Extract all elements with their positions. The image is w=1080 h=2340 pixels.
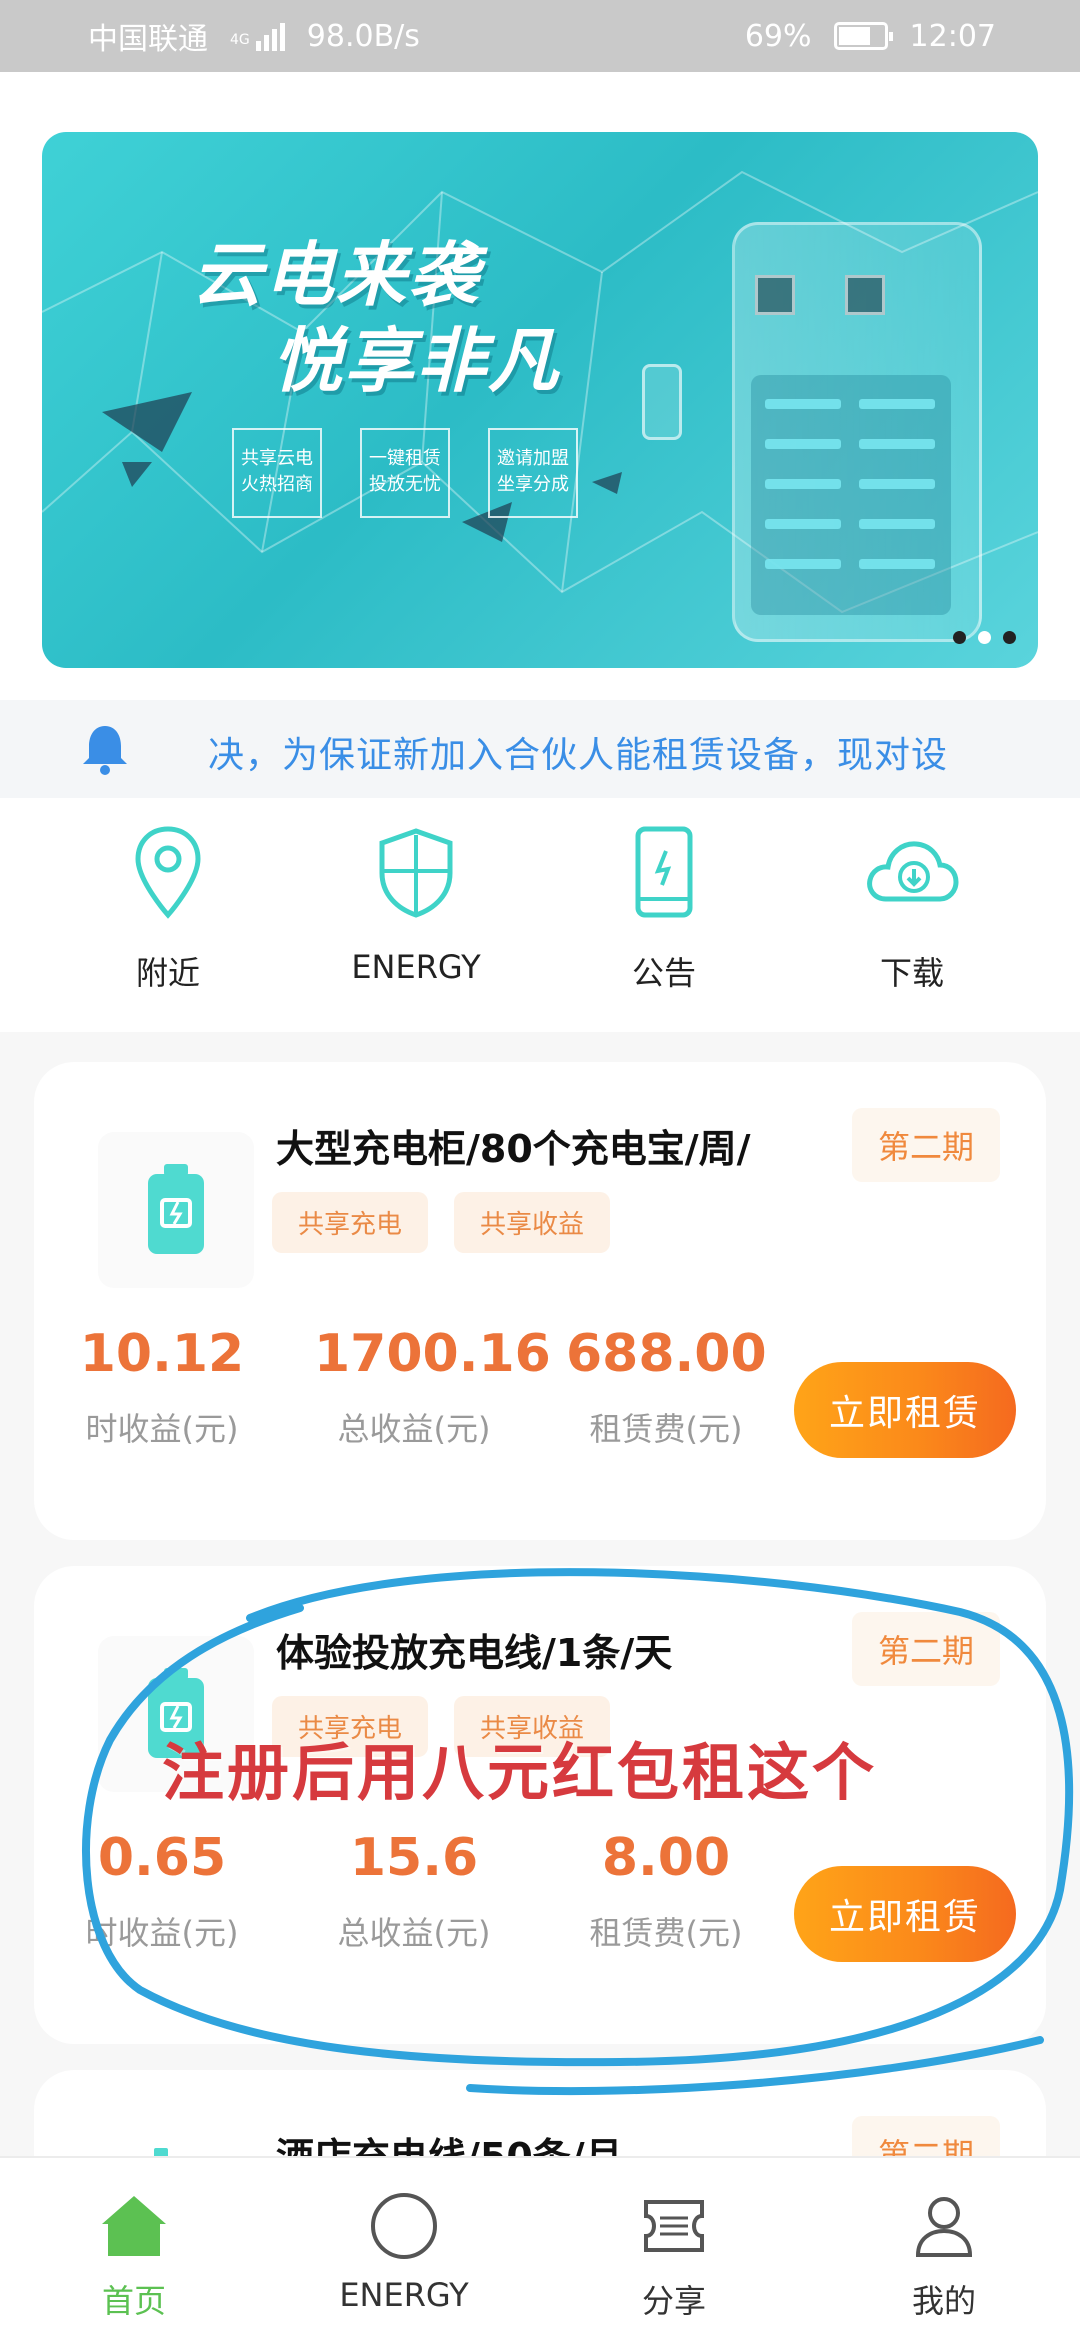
tab-label: 我的 — [911, 2282, 976, 2320]
total-income-stat: 1700.16 总收益(元) — [314, 1324, 551, 1450]
network-speed: 98.0B/s — [306, 18, 420, 54]
banner-feature-list: 共享云电 火热招商 一键租赁 投放无忧 邀请加盟 坐享分成 — [232, 428, 578, 518]
tab-label: ENERGY — [339, 2276, 469, 2314]
qr-code-icon — [755, 275, 795, 315]
product-title: 大型充电柜/80个充电宝/周/ — [276, 1127, 751, 1171]
carrier-label: 中国联通 — [88, 22, 208, 57]
rent-fee-value: 8.00 — [601, 1828, 731, 1888]
banner-feature-line2: 投放无忧 — [369, 474, 441, 495]
qr-code-icon — [845, 275, 885, 315]
quick-nav-label: ENERGY — [351, 948, 481, 986]
banner-headline-line1: 云电来袭 — [192, 234, 480, 316]
tab-label: 首页 — [101, 2282, 166, 2320]
ticket-icon — [644, 2200, 704, 2252]
total-income-stat: 15.6 总收益(元) — [314, 1828, 514, 1954]
banner-headline: 云电来袭 悦享非凡 — [192, 232, 560, 404]
rent-fee-label: 租赁费(元) — [589, 1410, 743, 1448]
quick-nav: 附近 ENERGY 公告 下载 — [0, 818, 1080, 1018]
bottom-tab-bar: 首页 ENERGY 分享 我的 — [0, 2156, 1080, 2340]
location-pin-icon — [135, 826, 201, 919]
banner-feature-line2: 坐享分成 — [497, 474, 569, 495]
banner-feature-line1: 邀请加盟 — [497, 448, 569, 469]
banner-feature-line2: 火热招商 — [241, 474, 313, 495]
carousel-indicator — [953, 631, 1016, 644]
product-period-badge: 第二期 — [851, 1108, 1000, 1182]
product-card[interactable]: 大型充电柜/80个充电宝/周/ 第二期 共享充电 共享收益 10.12 时收益(… — [34, 1062, 1046, 1540]
rent-fee-stat: 688.00 租赁费(元) — [566, 1324, 767, 1450]
quick-nav-announcement[interactable]: 公告 — [564, 818, 764, 994]
hour-income-stat: 0.65 时收益(元) — [62, 1828, 262, 1954]
notice-bar[interactable]: 决，为保证新加入合伙人能租赁设备，现对设 — [0, 700, 1080, 798]
hour-income-value: 10.12 — [79, 1324, 245, 1384]
rent-now-button[interactable]: 立即租赁 — [794, 1362, 1016, 1458]
quick-nav-label: 附近 — [135, 954, 200, 992]
cloud-download-icon — [867, 841, 959, 902]
shield-icon — [379, 828, 453, 918]
rent-fee-stat: 8.00 租赁费(元) — [566, 1828, 766, 1954]
rent-fee-value: 688.00 — [566, 1324, 767, 1384]
total-income-label: 总收益(元) — [337, 1410, 491, 1448]
rent-fee-label: 租赁费(元) — [589, 1914, 743, 1952]
tab-energy[interactable]: ENERGY — [294, 2158, 514, 2314]
total-income-value: 1700.16 — [314, 1324, 551, 1384]
product-tag: 共享收益 — [454, 1192, 611, 1253]
banner-feature: 共享云电 火热招商 — [232, 428, 322, 518]
phone-announcement-icon — [635, 826, 693, 918]
banner-carousel[interactable]: 云电来袭 悦享非凡 共享云电 火热招商 一键租赁 投放无忧 邀请加盟 坐享分成 — [42, 132, 1038, 668]
banner-feature: 邀请加盟 坐享分成 — [488, 428, 578, 518]
quick-nav-label: 下载 — [879, 954, 944, 992]
total-income-value: 15.6 — [349, 1828, 479, 1888]
banner-feature-line1: 一键租赁 — [369, 448, 441, 469]
signal-icon — [255, 21, 285, 51]
user-icon — [915, 2197, 973, 2257]
battery-icon — [148, 1164, 204, 1254]
product-thumbnail — [98, 1132, 254, 1288]
product-title: 体验投放充电线/1条/天 — [276, 1631, 673, 1675]
tab-share[interactable]: 分享 — [564, 2158, 784, 2322]
status-bar: 中国联通 4G 98.0B/s 69% 12:07 — [0, 0, 1080, 72]
notice-text: 决，为保证新加入合伙人能租赁设备，现对设 — [208, 735, 949, 776]
product-tags: 共享充电 共享收益 — [272, 1192, 611, 1253]
battery-percent: 69% — [744, 18, 812, 54]
clock: 12:07 — [909, 18, 996, 54]
banner-feature: 一键租赁 投放无忧 — [360, 428, 450, 518]
power-bank-illustration — [642, 364, 682, 440]
carousel-dot[interactable] — [1003, 631, 1016, 644]
carousel-dot[interactable] — [953, 631, 966, 644]
product-tag: 共享充电 — [272, 1192, 429, 1253]
hour-income-value: 0.65 — [97, 1828, 227, 1888]
tab-me[interactable]: 我的 — [834, 2158, 1054, 2322]
hour-income-label: 时收益(元) — [85, 1410, 239, 1448]
circle-icon — [371, 2193, 437, 2259]
rent-now-button[interactable]: 立即租赁 — [794, 1866, 1016, 1962]
charging-cabinet-illustration — [732, 222, 982, 642]
banner-feature-line1: 共享云电 — [241, 448, 313, 469]
hour-income-label: 时收益(元) — [85, 1914, 239, 1952]
network-label: 4G — [230, 32, 250, 48]
battery-icon — [833, 22, 893, 50]
quick-nav-download[interactable]: 下载 — [812, 818, 1012, 994]
tab-label: 分享 — [641, 2282, 706, 2320]
hour-income-stat: 10.12 时收益(元) — [62, 1324, 262, 1450]
banner-headline-line2: 悦享非凡 — [272, 320, 560, 402]
tab-home[interactable]: 首页 — [24, 2158, 244, 2322]
quick-nav-energy[interactable]: ENERGY — [316, 818, 516, 986]
home-icon — [102, 2196, 166, 2256]
product-period-badge: 第二期 — [851, 1612, 1000, 1686]
annotation-text: 注册后用八元红包租这个 — [162, 1736, 878, 1809]
total-income-label: 总收益(元) — [337, 1914, 491, 1952]
bell-icon — [83, 726, 127, 775]
quick-nav-label: 公告 — [631, 954, 696, 992]
quick-nav-nearby[interactable]: 附近 — [68, 818, 268, 994]
carousel-dot-active[interactable] — [978, 631, 991, 644]
